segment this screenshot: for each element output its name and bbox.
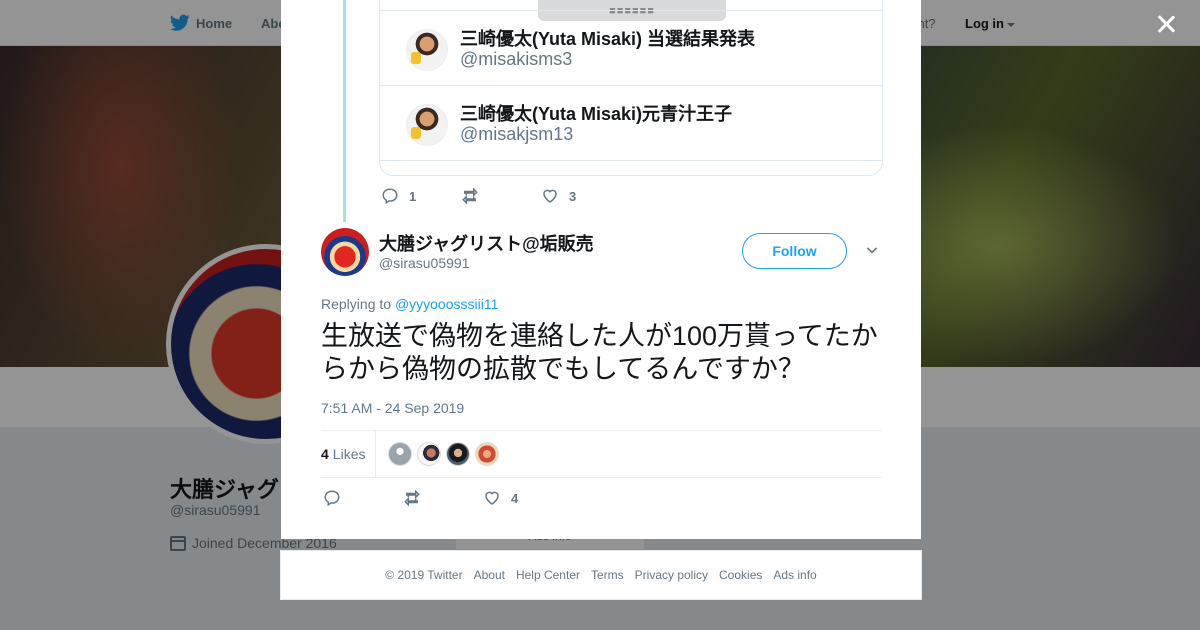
likes-stat-link[interactable]: 4 Likes xyxy=(321,431,377,477)
tweet-actions: 4 xyxy=(323,489,518,507)
reply-icon xyxy=(324,490,340,507)
liker-avatar[interactable] xyxy=(417,442,442,466)
tweet-modal: ■■■■■■ 三崎優太(Yuta Misaki) 当選結果発表 @misakis… xyxy=(281,0,921,539)
footer-link-terms[interactable]: Terms xyxy=(591,568,624,582)
replying-to-link[interactable]: @yyyooosssiii11 xyxy=(395,296,498,312)
retweet-button[interactable] xyxy=(403,489,483,507)
liker-avatar[interactable] xyxy=(388,442,413,466)
footer-link-about[interactable]: About xyxy=(474,568,505,582)
follow-button[interactable]: Follow xyxy=(742,233,847,269)
card-list-item[interactable]: 三崎優太(Yuta Misaki)元青汁王子 @misakjsm13 xyxy=(380,85,882,160)
thread-connector-line xyxy=(343,0,346,222)
retweet-icon xyxy=(404,489,420,507)
likers-avatars xyxy=(388,442,500,466)
embedded-card[interactable]: ■■■■■■ 三崎優太(Yuta Misaki) 当選結果発表 @misakis… xyxy=(379,0,883,176)
likes-count: 4 xyxy=(321,446,329,462)
card-item-name: 三崎優太(Yuta Misaki)元青汁王子 xyxy=(460,104,733,124)
retweet-icon xyxy=(462,187,478,205)
heart-icon xyxy=(543,189,557,203)
card-item-name: 三崎優太(Yuta Misaki) 当選結果発表 xyxy=(460,29,756,49)
reply-button[interactable]: 1 xyxy=(381,187,461,205)
footer-link-help-center[interactable]: Help Center xyxy=(516,568,580,582)
tweet-text: 生放送で偽物を連絡した人が100万貰ってたからから偽物の拡散でもしてるんですか？ xyxy=(321,321,878,384)
heart-icon xyxy=(485,491,499,505)
tweet-stats: 4 Likes xyxy=(321,431,881,477)
card-list-item-partial xyxy=(380,160,882,175)
footer-link-ads-info[interactable]: Ads info xyxy=(773,568,816,582)
card-item-avatar xyxy=(406,104,448,146)
chevron-down-icon[interactable] xyxy=(866,244,878,256)
reply-count: 1 xyxy=(409,188,417,204)
like-count: 3 xyxy=(569,188,577,204)
author-handle[interactable]: @sirasu05991 xyxy=(379,255,470,271)
reply-icon xyxy=(382,188,398,205)
card-list-item[interactable]: 三崎優太(Yuta Misaki) 当選結果発表 @misakisms3 xyxy=(380,10,882,85)
reply-button[interactable] xyxy=(323,489,403,507)
replying-to: Replying to @yyyooosssiii11 xyxy=(321,296,498,312)
card-item-handle: @misakisms3 xyxy=(460,49,573,69)
author-name[interactable]: 大膳ジャグリスト@垢販売 xyxy=(379,230,594,256)
close-icon[interactable] xyxy=(1152,10,1180,38)
liker-avatar[interactable] xyxy=(475,442,500,466)
divider xyxy=(321,477,881,478)
footer-link-cookies[interactable]: Cookies xyxy=(719,568,762,582)
like-button[interactable]: 3 xyxy=(541,187,576,205)
card-item-handle: @misakjsm13 xyxy=(460,124,574,144)
replying-prefix: Replying to xyxy=(321,296,392,312)
author-avatar[interactable] xyxy=(321,228,369,276)
liker-avatar[interactable] xyxy=(446,442,471,466)
like-button[interactable]: 4 xyxy=(483,489,518,507)
tweet-timestamp[interactable]: 7:51 AM - 24 Sep 2019 xyxy=(321,400,464,416)
like-count: 4 xyxy=(511,490,519,506)
retweet-button[interactable] xyxy=(461,187,541,205)
footer-copyright: © 2019 Twitter xyxy=(385,568,463,582)
card-item-avatar xyxy=(406,29,448,71)
footer-link-privacy[interactable]: Privacy policy xyxy=(635,568,708,582)
likes-label: Likes xyxy=(332,446,366,462)
modal-footer: © 2019 Twitter About Help Center Terms P… xyxy=(280,550,922,600)
previous-tweet-actions: 1 3 xyxy=(381,187,576,205)
